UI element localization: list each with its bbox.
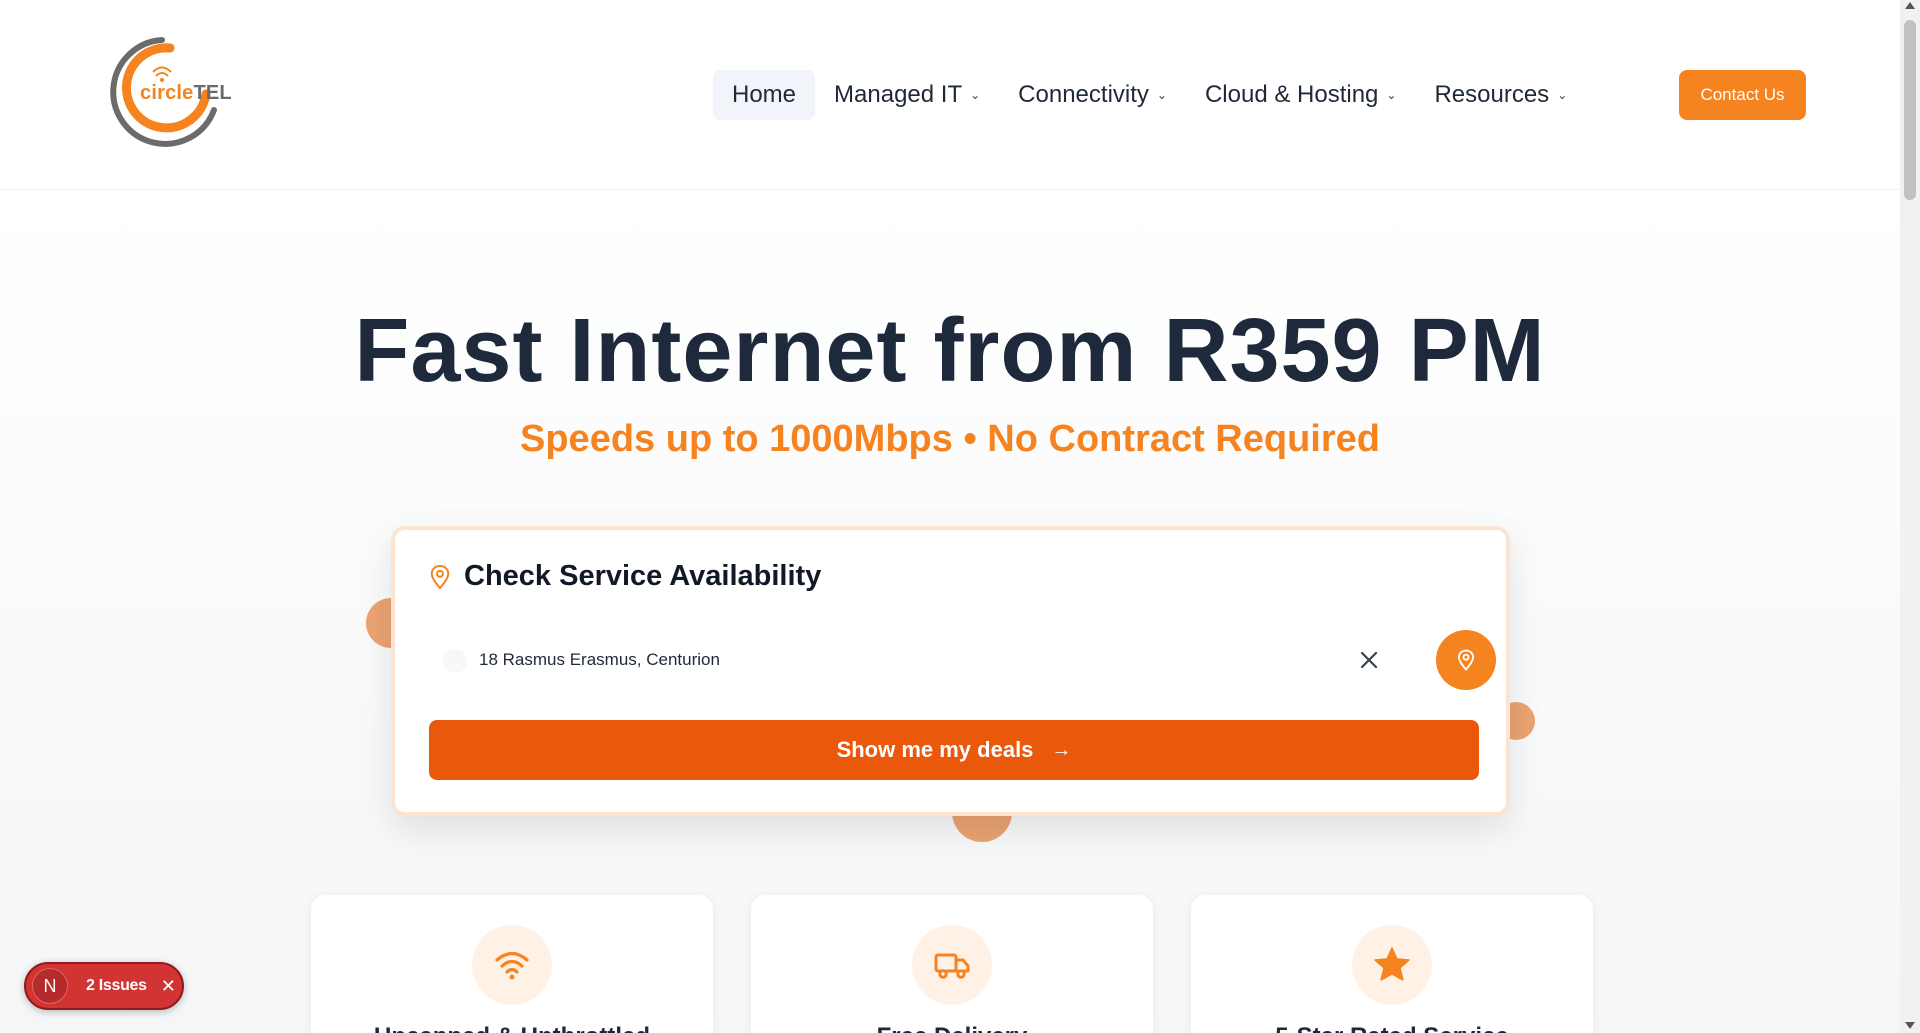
feature-title: 5-Star Rated Service — [1191, 1023, 1593, 1033]
issues-count-label: 2 Issues — [86, 977, 147, 994]
feature-title: Uncapped & Unthrottled — [311, 1023, 713, 1033]
clear-address-button[interactable] — [1354, 645, 1384, 675]
scrollbar-thumb[interactable] — [1904, 20, 1916, 200]
address-prefix-icon — [443, 649, 467, 673]
availability-card: Check Service Availability Show me my de… — [391, 526, 1510, 816]
nav-item-managed-it[interactable]: Managed IT ⌄ — [815, 70, 999, 120]
nav-item-home[interactable]: Home — [713, 70, 816, 120]
circletel-logo[interactable]: circleTEL — [96, 32, 246, 152]
contact-us-button[interactable]: Contact Us — [1679, 70, 1806, 120]
chevron-down-icon: ⌄ — [1557, 88, 1568, 102]
feature-icon-circle — [1352, 925, 1432, 1005]
close-icon[interactable]: ✕ — [161, 976, 176, 997]
issues-badge[interactable]: N 2 Issues ✕ — [24, 962, 184, 1010]
close-icon — [1360, 651, 1378, 669]
hero-headline: Fast Internet from R359 PM — [354, 301, 1546, 401]
use-location-button[interactable] — [1436, 630, 1496, 690]
availability-title: Check Service Availability — [429, 560, 821, 593]
feature-title: Free Delivery — [751, 1023, 1153, 1033]
nextjs-logo-icon: N — [32, 968, 68, 1004]
vertical-scrollbar[interactable] — [1900, 0, 1920, 1033]
chevron-down-icon: ⌄ — [1386, 88, 1397, 102]
site-header: circleTEL Home Managed IT ⌄ Connectivity… — [0, 0, 1900, 190]
feature-card: 5-Star Rated Service — [1191, 895, 1593, 1033]
truck-icon — [934, 953, 970, 979]
nav-item-resources[interactable]: Resources ⌄ — [1415, 70, 1586, 120]
feature-card: Uncapped & Unthrottled — [311, 895, 713, 1033]
chevron-down-icon: ⌄ — [970, 88, 981, 102]
main-nav: Home Managed IT ⌄ Connectivity ⌄ Cloud &… — [713, 70, 1586, 120]
scroll-down-arrow-icon[interactable] — [1905, 1022, 1915, 1029]
nav-item-connectivity[interactable]: Connectivity ⌄ — [999, 70, 1186, 120]
wifi-icon — [495, 951, 529, 980]
scroll-up-arrow-icon[interactable] — [1905, 2, 1915, 9]
address-input[interactable] — [479, 630, 1339, 690]
show-deals-button[interactable]: Show me my deals → — [429, 720, 1479, 780]
feature-card: Free Delivery — [751, 895, 1153, 1033]
logo-wordmark: circleTEL — [140, 82, 232, 104]
address-row — [429, 630, 1496, 690]
chevron-down-icon: ⌄ — [1156, 88, 1167, 102]
location-icon — [1457, 649, 1475, 671]
hero-subheadline: Speeds up to 1000Mbps • No Contract Requ… — [520, 418, 1380, 460]
nav-item-cloud-hosting[interactable]: Cloud & Hosting ⌄ — [1186, 70, 1416, 120]
feature-icon-circle — [912, 925, 992, 1005]
arrow-right-icon: → — [1051, 738, 1072, 761]
map-pin-icon — [430, 564, 450, 589]
feature-icon-circle — [472, 925, 552, 1005]
star-icon — [1374, 947, 1410, 981]
